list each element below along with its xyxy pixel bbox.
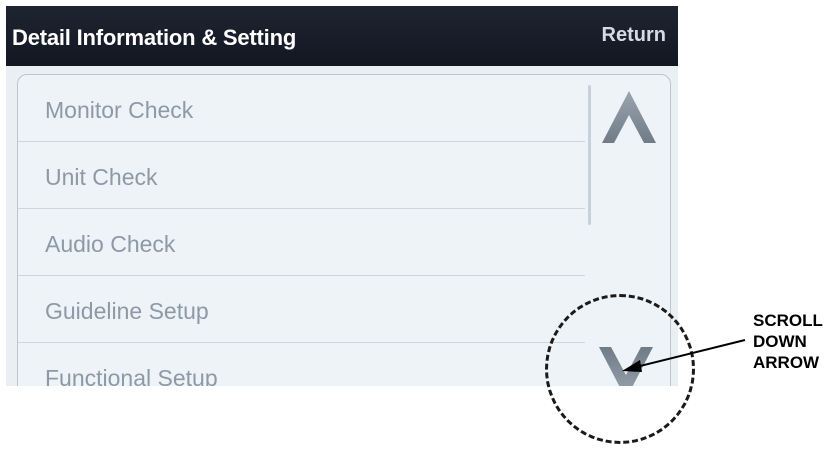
return-button[interactable]: Return: [602, 24, 666, 47]
scroll-up-button[interactable]: [600, 87, 658, 149]
menu-list: Monitor Check Unit Check Audio Check Gui…: [18, 75, 585, 386]
title-bar: Detail Information & Setting Return: [6, 6, 678, 66]
menu-item-functional-setup[interactable]: Functional Setup: [18, 343, 585, 386]
annotation-line-2: DOWN: [753, 332, 807, 351]
chevron-up-icon: [602, 91, 656, 143]
annotation-line-1: SCROLL: [753, 311, 823, 330]
annotation-label: SCROLL DOWN ARROW: [753, 310, 823, 373]
annotation-line-3: ARROW: [753, 353, 820, 372]
menu-item-monitor-check[interactable]: Monitor Check: [18, 75, 585, 142]
callout-arrow: [622, 339, 746, 372]
page-title: Detail Information & Setting: [12, 25, 297, 50]
menu-item-guideline-setup[interactable]: Guideline Setup: [18, 276, 585, 343]
menu-item-unit-check[interactable]: Unit Check: [18, 142, 585, 209]
scrollbar[interactable]: [588, 85, 591, 225]
menu-item-audio-check[interactable]: Audio Check: [18, 209, 585, 276]
